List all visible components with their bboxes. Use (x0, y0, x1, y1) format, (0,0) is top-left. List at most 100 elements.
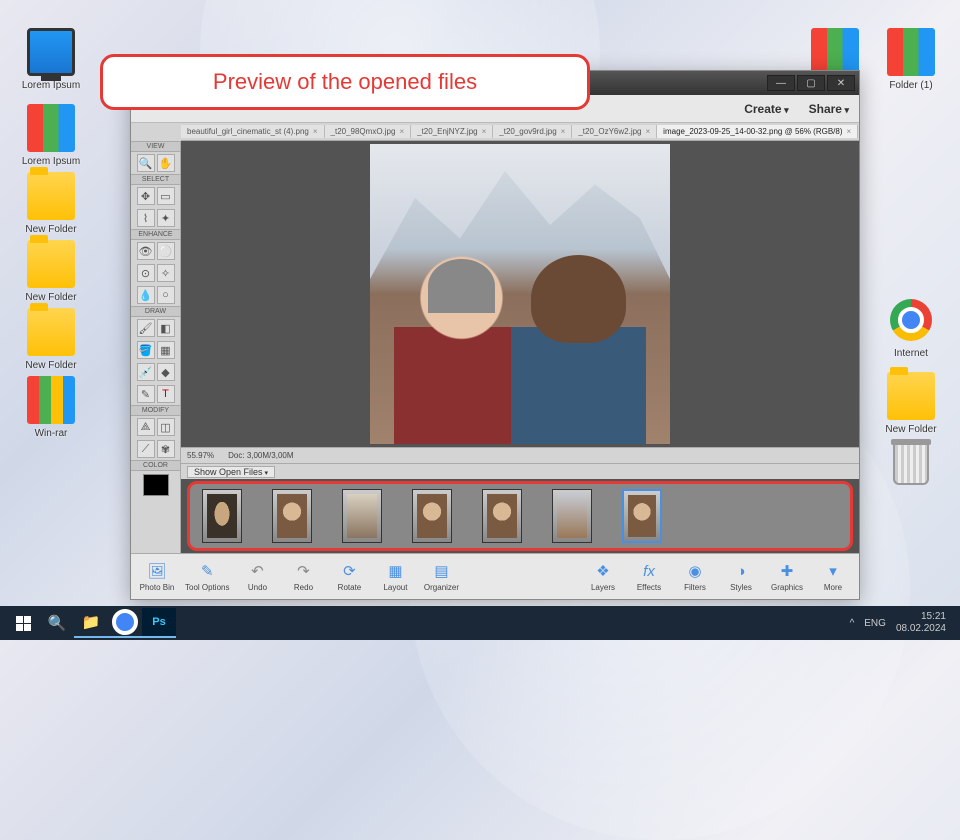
desktop-icon-folder[interactable]: New Folder (16, 308, 86, 371)
show-open-files-bar: Show Open Files (181, 463, 859, 479)
desktop-icon-chrome[interactable]: Internet (876, 296, 946, 359)
brush-tool[interactable]: 🖌 (137, 319, 155, 337)
cookie-tool[interactable]: ✾ (157, 440, 175, 458)
marquee-tool[interactable]: ▭ (157, 187, 175, 205)
system-tray: ^ ENG 15:2108.02.2024 (850, 611, 954, 635)
menu-create[interactable]: Create (744, 102, 788, 116)
close-button[interactable]: ✕ (827, 75, 855, 91)
layers-button[interactable]: ❖Layers (585, 561, 621, 592)
filters-button[interactable]: ◉Filters (677, 561, 713, 592)
effects-button[interactable]: fxEffects (631, 561, 667, 592)
redeye-tool[interactable]: ✧ (157, 264, 175, 282)
tray-language[interactable]: ENG (864, 618, 886, 629)
thumbnail[interactable] (552, 489, 592, 543)
callout-preview: Preview of the opened files (100, 54, 590, 110)
eyedropper-tool[interactable]: 💉 (137, 363, 155, 381)
tab-item[interactable]: beautiful_girl_cinematic_st (4).png× (181, 125, 325, 138)
options-icon: ✎ (197, 561, 217, 581)
explorer-button[interactable]: 📁 (74, 608, 108, 638)
maximize-button[interactable]: ▢ (797, 75, 825, 91)
chrome-icon (116, 613, 134, 631)
hand-tool[interactable]: ✋ (157, 154, 175, 172)
close-icon[interactable]: × (482, 127, 487, 136)
binder-icon (811, 28, 859, 76)
desktop-icon-binder[interactable]: Folder (1) (876, 28, 946, 91)
bucket-tool[interactable]: 🪣 (137, 341, 155, 359)
tab-item[interactable]: _t20_gov9rd.jpg× (493, 125, 572, 138)
photo-preview (370, 144, 670, 444)
desktop-icon-pc[interactable]: Lorem Ipsum (16, 28, 86, 91)
move-tool[interactable]: ✥ (137, 187, 155, 205)
desktop-icon-folder[interactable]: New Folder (16, 240, 86, 303)
minimize-button[interactable]: — (767, 75, 795, 91)
tray-clock[interactable]: 15:2108.02.2024 (896, 611, 946, 635)
desktop-icon-folder[interactable]: New Folder (876, 372, 946, 435)
tray-chevron-icon[interactable]: ^ (850, 618, 855, 629)
canvas-area: 55.97% Doc: 3,00M/3,00M Show Open Files (181, 141, 859, 553)
folder-icon (27, 240, 75, 288)
redo-icon: ↷ (293, 561, 313, 581)
recompose-tool[interactable]: ◫ (157, 418, 175, 436)
chrome-button[interactable] (108, 608, 142, 638)
shape-tool[interactable]: ◆ (157, 363, 175, 381)
undo-button[interactable]: ↶Undo (239, 561, 275, 592)
effects-icon: fx (639, 561, 659, 581)
thumbnail[interactable] (482, 489, 522, 543)
desktop-icon-folder[interactable]: New Folder (16, 172, 86, 235)
photoshop-button[interactable]: Ps (142, 608, 176, 638)
crop-tool[interactable]: ⟁ (137, 418, 155, 436)
person-left (394, 249, 529, 444)
straighten-tool[interactable]: ⟋ (137, 440, 155, 458)
teeth-tool[interactable]: ⚪ (157, 242, 175, 260)
pencil-tool[interactable]: ✎ (137, 385, 155, 403)
tab-item[interactable]: _t20_98QmxO.jpg× (325, 125, 412, 138)
zoom-tool[interactable]: 🔍 (137, 154, 155, 172)
thumbnail[interactable] (412, 489, 452, 543)
layout-button[interactable]: ▦Layout (377, 561, 413, 592)
thumbnail[interactable] (342, 489, 382, 543)
eye-tool[interactable]: 👁 (137, 242, 155, 260)
more-button[interactable]: ▾More (815, 561, 851, 592)
color-swatch[interactable] (143, 474, 169, 496)
layers-icon: ❖ (593, 561, 613, 581)
close-icon[interactable]: × (646, 127, 651, 136)
rotate-button[interactable]: ⟳Rotate (331, 561, 367, 592)
organizer-icon: ▤ (431, 561, 451, 581)
folder-icon (27, 308, 75, 356)
thumbnail-selected[interactable] (622, 489, 662, 543)
show-open-files-dropdown[interactable]: Show Open Files (187, 466, 275, 478)
text-tool[interactable]: T (157, 385, 175, 403)
lasso-tool[interactable]: ⌇ (137, 209, 155, 227)
sponge-tool[interactable]: ○ (157, 286, 175, 304)
thumbnail[interactable] (272, 489, 312, 543)
photobin-button[interactable]: 🖼Photo Bin (139, 561, 175, 592)
close-icon[interactable]: × (399, 127, 404, 136)
menu-share[interactable]: Share (809, 102, 849, 116)
spot-tool[interactable]: ⊙ (137, 264, 155, 282)
more-icon: ▾ (823, 561, 843, 581)
chrome-icon (887, 296, 935, 344)
organizer-button[interactable]: ▤Organizer (423, 561, 459, 592)
tooloptions-button[interactable]: ✎Tool Options (185, 561, 229, 592)
styles-button[interactable]: ◑Styles (723, 561, 759, 592)
close-icon[interactable]: × (847, 127, 852, 136)
tab-item[interactable]: _t20_EnjNYZ.jpg× (411, 125, 493, 138)
eraser-tool[interactable]: ◧ (157, 319, 175, 337)
gradient-tool[interactable]: ▦ (157, 341, 175, 359)
desktop-icon-binder[interactable]: Lorem Ipsum (16, 104, 86, 167)
canvas[interactable] (181, 141, 859, 447)
tab-item[interactable]: _t20_OzY6w2.jpg× (572, 125, 657, 138)
close-icon[interactable]: × (561, 127, 566, 136)
binder-icon (27, 104, 75, 152)
wand-tool[interactable]: ✦ (157, 209, 175, 227)
desktop-icon-trash[interactable] (876, 440, 946, 492)
tab-item-active[interactable]: image_2023-09-25_14-00-32.png @ 56% (RGB… (657, 125, 858, 138)
close-icon[interactable]: × (313, 127, 318, 136)
graphics-button[interactable]: ✚Graphics (769, 561, 805, 592)
blur-tool[interactable]: 💧 (137, 286, 155, 304)
start-button[interactable] (6, 608, 40, 638)
search-button[interactable]: 🔍 (40, 608, 74, 638)
thumbnail[interactable] (202, 489, 242, 543)
desktop-icon-winrar[interactable]: Win-rar (16, 376, 86, 439)
redo-button[interactable]: ↷Redo (285, 561, 321, 592)
